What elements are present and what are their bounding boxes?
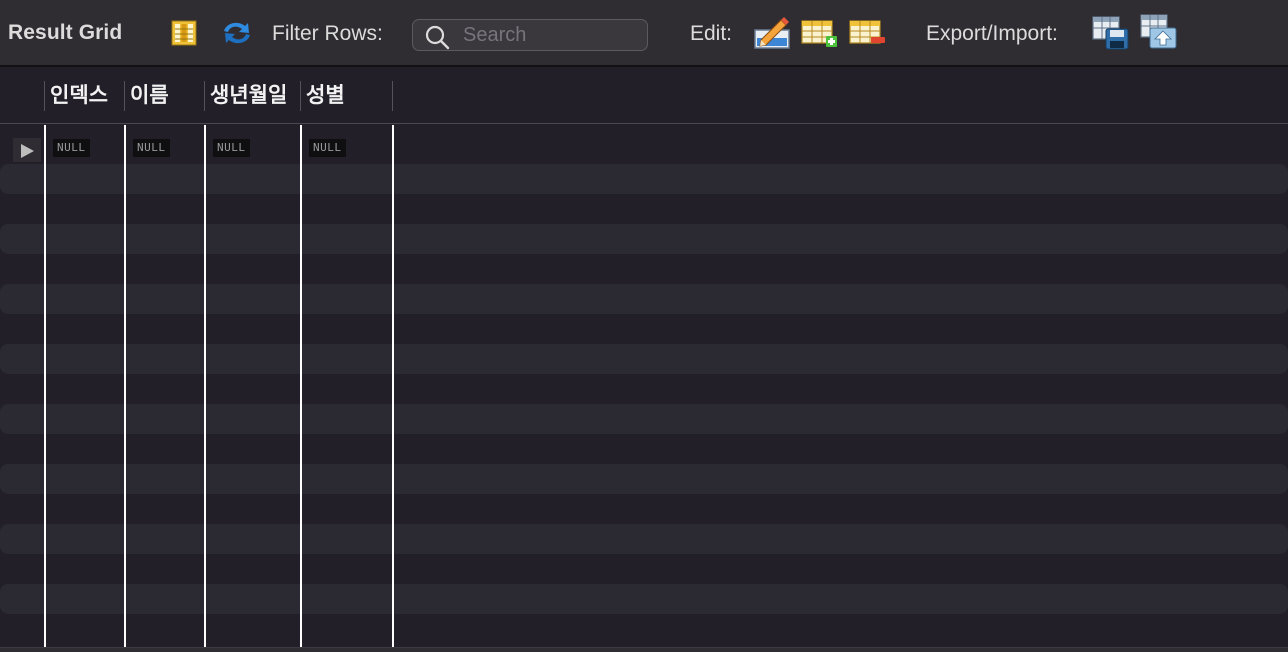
row-stripe (0, 164, 1288, 194)
row-stripe (0, 584, 1288, 614)
column-header-name[interactable]: 이름 (124, 81, 204, 111)
row-stripe (0, 284, 1288, 314)
row-pointer-icon (13, 138, 41, 162)
row-stripe (0, 224, 1288, 254)
column-divider (124, 125, 126, 647)
result-grid: 인덱스 이름 생년월일 성별 NULL NULL NULL NULL (0, 69, 1288, 652)
row-stripe (0, 344, 1288, 374)
refresh-icon[interactable] (220, 18, 254, 48)
cell-name-null[interactable]: NULL (133, 139, 170, 157)
row-stripe (0, 464, 1288, 494)
header-end-divider (392, 81, 393, 111)
export-save-icon[interactable] (1092, 16, 1130, 50)
column-header-gender[interactable]: 성별 (300, 81, 392, 111)
edit-label: Edit: (690, 22, 733, 45)
cell-birthdate-null[interactable]: NULL (213, 139, 250, 157)
search-icon (425, 25, 450, 50)
result-grid-title: Result Grid (8, 21, 123, 44)
delete-row-icon[interactable] (849, 19, 887, 49)
column-header-index[interactable]: 인덱스 (44, 81, 124, 111)
row-stripe (0, 404, 1288, 434)
result-grid-panel: Result Grid Filter Rows: Edit: (0, 0, 1288, 652)
search-input[interactable] (463, 22, 643, 48)
column-divider (300, 125, 302, 647)
columns-toggle-icon[interactable] (171, 20, 197, 46)
insert-row-icon[interactable] (801, 19, 839, 49)
grid-body: NULL NULL NULL NULL (0, 125, 1288, 652)
column-divider (392, 125, 394, 647)
grid-bottom-border (0, 647, 1288, 652)
column-divider (204, 125, 206, 647)
column-divider (44, 125, 46, 647)
edit-pencil-icon[interactable] (753, 16, 791, 50)
cell-index-null[interactable]: NULL (53, 139, 90, 157)
column-header-birthdate[interactable]: 생년월일 (204, 81, 300, 111)
result-grid-toolbar: Result Grid Filter Rows: Edit: (0, 0, 1288, 67)
cell-gender-null[interactable]: NULL (309, 139, 346, 157)
grid-header-row: 인덱스 이름 생년월일 성별 (0, 69, 1288, 124)
row-stripe (0, 524, 1288, 554)
search-box[interactable] (412, 19, 648, 51)
export-import-label: Export/Import: (926, 22, 1058, 45)
filter-rows-label: Filter Rows: (272, 22, 383, 45)
import-icon[interactable] (1140, 14, 1178, 50)
